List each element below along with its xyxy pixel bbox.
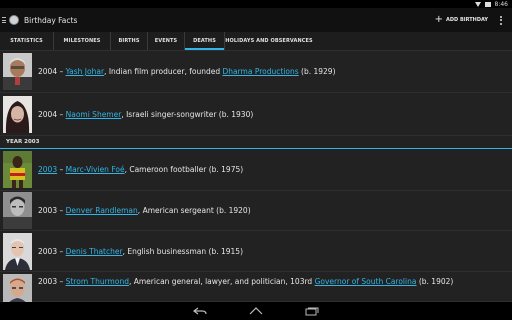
add-birthday-label: ADD BIRTHDAY bbox=[446, 17, 488, 23]
person-link[interactable]: Strom Thurmond bbox=[66, 277, 129, 286]
year-link[interactable]: 2003 bbox=[38, 165, 57, 174]
person-photo bbox=[3, 192, 32, 229]
person-photo bbox=[3, 96, 32, 133]
tab-bar: STATISTICS MILESTONES BIRTHS EVENTS DEAT… bbox=[0, 32, 512, 51]
list-item[interactable]: 2003 – Denis Thatcher, English businessm… bbox=[0, 231, 512, 272]
row-text: 2004 – Naomi Shemer, Israeli singer-song… bbox=[38, 109, 254, 119]
person-photo bbox=[3, 233, 32, 270]
deaths-list[interactable]: 2004 – Yash Johar, Indian film producer,… bbox=[0, 51, 512, 302]
list-item[interactable]: 2003 – Denver Randleman, American sergea… bbox=[0, 191, 512, 231]
list-item[interactable]: 2004 – Naomi Shemer, Israeli singer-song… bbox=[0, 93, 512, 136]
list-item[interactable]: 2003 – Marc-Vivien Foé, Cameroon footbal… bbox=[0, 149, 512, 191]
hamburger-icon[interactable] bbox=[2, 17, 6, 23]
home-icon[interactable] bbox=[248, 306, 264, 316]
tab-deaths[interactable]: DEATHS bbox=[185, 32, 225, 50]
app-title: Birthday Facts bbox=[24, 15, 78, 25]
wifi-icon bbox=[474, 1, 481, 7]
app-bar: Birthday Facts + ADD BIRTHDAY bbox=[0, 8, 512, 32]
app-logo-icon[interactable] bbox=[9, 15, 19, 25]
back-icon[interactable] bbox=[192, 306, 208, 316]
overflow-icon[interactable] bbox=[498, 15, 504, 25]
row-text: 2004 – Yash Johar, Indian film producer,… bbox=[38, 67, 336, 76]
tab-events[interactable]: EVENTS bbox=[148, 32, 185, 50]
section-header: YEAR 2003 bbox=[0, 136, 512, 149]
list-item[interactable]: 2004 – Yash Johar, Indian film producer,… bbox=[0, 51, 512, 93]
navigation-bar bbox=[0, 302, 512, 320]
person-link[interactable]: Denis Thatcher bbox=[66, 247, 123, 256]
person-photo bbox=[3, 53, 32, 90]
tab-holidays[interactable]: HOLIDAYS AND OBSERVANCES bbox=[225, 32, 313, 50]
tab-births[interactable]: BIRTHS bbox=[111, 32, 148, 50]
plus-icon: + bbox=[434, 14, 444, 25]
recents-icon[interactable] bbox=[304, 306, 320, 316]
row-text: 2003 – Strom Thurmond, American general,… bbox=[38, 277, 454, 286]
add-birthday-button[interactable]: + ADD BIRTHDAY bbox=[435, 15, 488, 25]
person-link[interactable]: Naomi Shemer bbox=[66, 110, 122, 119]
person-link[interactable]: Marc-Vivien Foé bbox=[66, 165, 125, 174]
person-link[interactable]: Denver Randleman bbox=[66, 206, 138, 215]
tab-statistics[interactable]: STATISTICS bbox=[0, 32, 54, 50]
status-bar: 8:46 bbox=[0, 0, 512, 8]
battery-icon bbox=[484, 1, 491, 7]
list-item[interactable]: 2003 – Strom Thurmond, American general,… bbox=[0, 272, 512, 302]
office-link[interactable]: Governor of South Carolina bbox=[315, 277, 417, 286]
person-photo bbox=[3, 274, 32, 302]
company-link[interactable]: Dharma Productions bbox=[222, 67, 298, 76]
person-link[interactable]: Yash Johar bbox=[66, 67, 104, 76]
row-text: 2003 – Marc-Vivien Foé, Cameroon footbal… bbox=[38, 165, 244, 174]
tab-milestones[interactable]: MILESTONES bbox=[54, 32, 111, 50]
row-text: 2003 – Denver Randleman, American sergea… bbox=[38, 206, 251, 215]
row-text: 2003 – Denis Thatcher, English businessm… bbox=[38, 246, 244, 256]
status-time: 8:46 bbox=[494, 0, 508, 8]
person-photo bbox=[3, 151, 32, 188]
